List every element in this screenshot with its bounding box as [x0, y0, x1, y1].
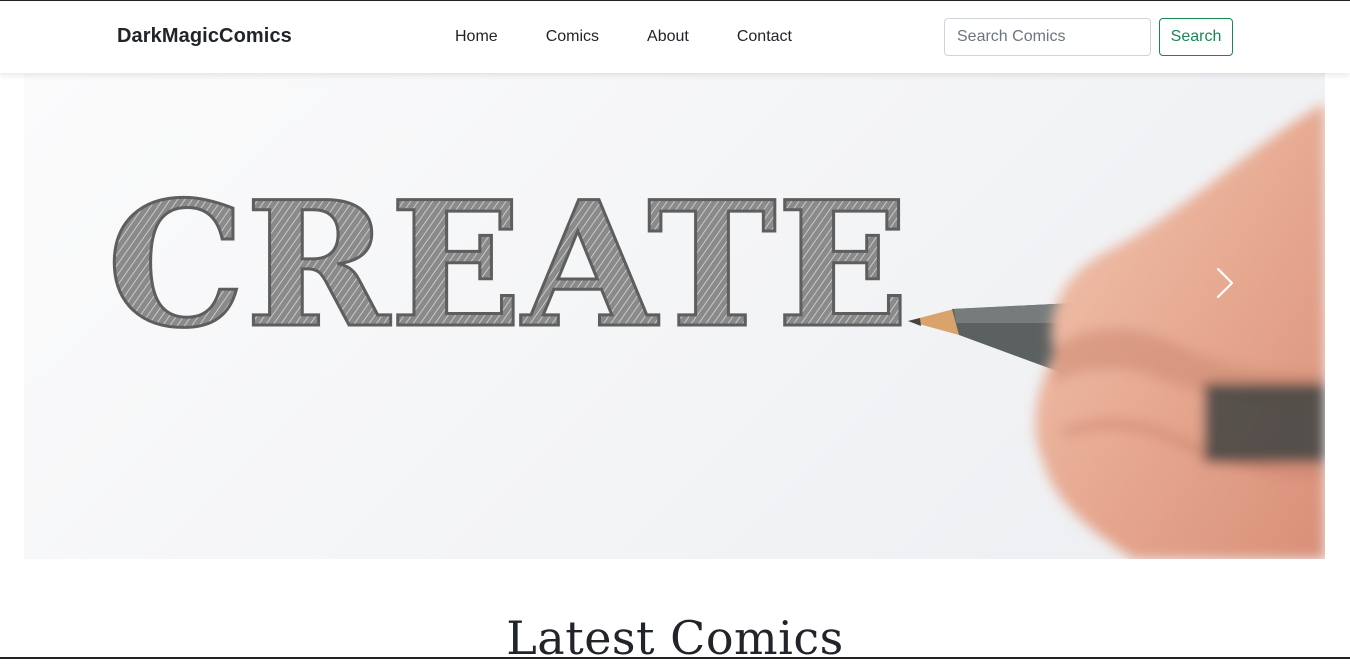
search-button[interactable]: Search [1159, 18, 1233, 56]
nav-link-home[interactable]: Home [455, 28, 498, 46]
navbar: DarkMagicComics Home Comics About Contac… [0, 1, 1350, 73]
nav-link-about[interactable]: About [647, 28, 689, 46]
nav-links: Home Comics About Contact [455, 28, 840, 46]
hand-image [1035, 103, 1325, 559]
chevron-right-icon [1216, 267, 1234, 299]
brand-logo[interactable]: DarkMagicComics [117, 25, 292, 48]
search-input[interactable] [944, 18, 1151, 56]
create-slide-image: CREATE [106, 103, 1325, 559]
carousel-next-button[interactable] [1195, 263, 1255, 303]
hero-carousel: CREATE [24, 73, 1325, 559]
nav-link-comics[interactable]: Comics [546, 28, 599, 46]
nav-link-contact[interactable]: Contact [737, 28, 792, 46]
create-word: CREATE [107, 163, 909, 366]
